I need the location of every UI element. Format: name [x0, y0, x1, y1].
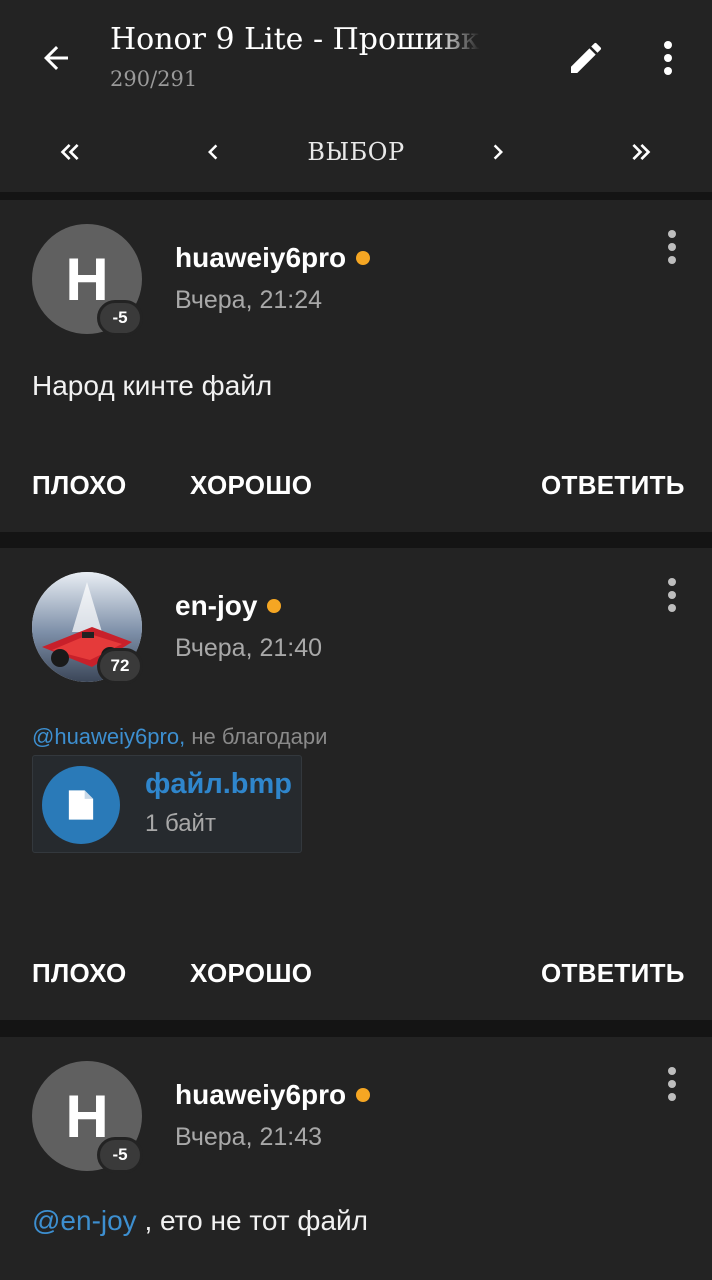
last-page-button[interactable] — [610, 122, 672, 182]
online-indicator-icon — [356, 251, 371, 265]
post-card: H -5 huaweiy6pro Вчера, 21:24 Народ кинт… — [0, 200, 712, 532]
chevron-right-icon — [493, 144, 503, 160]
file-size: 1 байт — [145, 810, 216, 837]
first-page-button[interactable] — [40, 122, 100, 182]
post-menu-button[interactable] — [652, 570, 692, 620]
reputation-badge: -5 — [97, 1137, 143, 1173]
pagination-bar: ВЫБОР — [0, 122, 712, 182]
upvote-button[interactable]: ХОРОШО — [190, 958, 312, 989]
page-counter: 290/291 — [110, 67, 198, 91]
overflow-menu-button[interactable] — [644, 30, 692, 86]
file-icon — [68, 790, 94, 820]
back-button[interactable] — [28, 30, 84, 86]
author-nick[interactable]: huaweiy6pro — [175, 242, 346, 274]
post-menu-button[interactable] — [652, 222, 692, 272]
post-card: H -5 huaweiy6pro Вчера, 21:43 @en-joy , … — [0, 1037, 712, 1280]
more-vert-icon — [664, 41, 672, 75]
online-indicator-icon — [356, 1088, 371, 1102]
quote-line: @huaweiy6pro, не благодари — [32, 724, 327, 750]
post-text: , ето не тот файл — [136, 1205, 369, 1236]
more-vert-icon — [668, 578, 676, 612]
more-vert-icon — [668, 230, 676, 264]
app-bar: Honor 9 Lite - Прошивк 290/291 ВЫБОР — [0, 0, 712, 192]
mention-link[interactable]: @huaweiy6pro, — [32, 724, 185, 749]
author-nick-row: huaweiy6pro — [175, 1079, 371, 1111]
reply-button[interactable]: ОТВЕТИТЬ — [541, 958, 685, 989]
reputation-badge: -5 — [97, 300, 143, 336]
author-nick-row: huaweiy6pro — [175, 242, 371, 274]
more-vert-icon — [668, 1067, 676, 1101]
prev-page-button[interactable] — [185, 122, 241, 182]
author-nick[interactable]: en-joy — [175, 590, 257, 622]
post-time: Вчера, 21:40 — [175, 634, 323, 662]
post-text: Народ кинте файл — [32, 370, 273, 401]
author-nick[interactable]: huaweiy6pro — [175, 1079, 346, 1111]
pencil-icon — [571, 42, 602, 73]
online-indicator-icon — [267, 599, 282, 613]
author-nick-row: en-joy — [175, 590, 282, 622]
quote-text: не благодари — [185, 724, 328, 749]
file-icon-circle — [42, 766, 120, 844]
file-name-link[interactable]: файл.bmp — [145, 768, 292, 801]
double-chevron-left-icon — [60, 144, 79, 160]
upvote-button[interactable]: ХОРОШО — [190, 470, 312, 501]
arrow-left-icon — [44, 46, 68, 70]
post-card: 72 en-joy Вчера, 21:40 @huaweiy6pro, не … — [0, 548, 712, 1020]
reputation-badge: 72 — [97, 648, 143, 684]
chevron-left-icon — [208, 144, 218, 160]
post-time: Вчера, 21:24 — [175, 286, 323, 314]
post-text-row: @en-joy , ето не тот файл — [32, 1205, 368, 1237]
downvote-button[interactable]: ПЛОХО — [32, 470, 127, 501]
page-title: Honor 9 Lite - Прошивк — [110, 22, 480, 57]
next-page-button[interactable] — [470, 122, 526, 182]
downvote-button[interactable]: ПЛОХО — [32, 958, 127, 989]
reply-button[interactable]: ОТВЕТИТЬ — [541, 470, 685, 501]
post-menu-button[interactable] — [652, 1059, 692, 1109]
page-select-button[interactable]: ВЫБОР — [286, 122, 426, 182]
double-chevron-right-icon — [632, 144, 651, 160]
edit-button[interactable] — [558, 30, 614, 86]
mention-link[interactable]: @en-joy — [32, 1205, 137, 1236]
file-attachment[interactable]: файл.bmp 1 байт — [32, 755, 302, 853]
title-block: Honor 9 Lite - Прошивк 290/291 — [110, 22, 480, 91]
post-time: Вчера, 21:43 — [175, 1123, 323, 1151]
